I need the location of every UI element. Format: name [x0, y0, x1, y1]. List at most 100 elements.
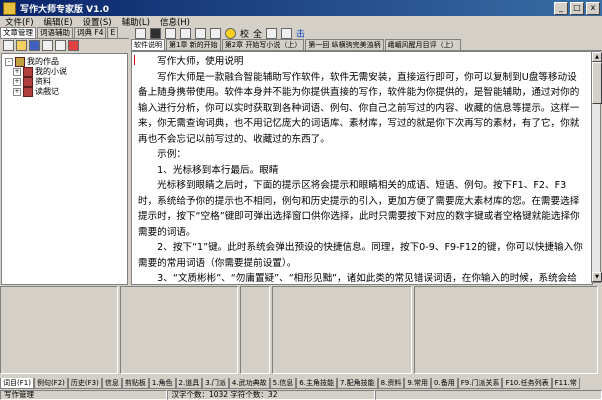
- paragraph: 3、“文质彬彬”、“勿庸置疑”、“相形见黜”，诸如此类的常见错误词语，在你输入的…: [157, 273, 577, 284]
- new-file-icon[interactable]: [3, 40, 14, 51]
- menu-settings[interactable]: 设置(S): [78, 16, 117, 28]
- tab-info-5[interactable]: 5.信息: [269, 378, 297, 389]
- hint-pane[interactable]: [0, 286, 118, 374]
- tab-more[interactable]: E: [107, 27, 119, 38]
- tree-item[interactable]: + 读戲记: [13, 86, 59, 97]
- format-icon[interactable]: [266, 27, 278, 39]
- tab-dictionary[interactable]: 词典 F4: [74, 27, 107, 38]
- hint-tabs: 词目(F1) 例句(F2) 历史(F3) 信息 剪贴板 1.角色 2.道具 3.…: [0, 378, 602, 389]
- tab-sect-relations[interactable]: F9.门派关系: [457, 378, 503, 389]
- tab-chapter[interactable]: 软件说明: [131, 39, 165, 50]
- paragraph: 2、按下“1”键。此时系统会弹出预设的快捷信息。同理，按下0-9、F9-F12的…: [138, 242, 583, 269]
- tab-chapter[interactable]: 峨嵋风醒月目评（上）: [384, 39, 461, 50]
- left-toolbar: [0, 39, 129, 52]
- tab-hero-skills[interactable]: 6.主角技能: [296, 378, 337, 389]
- refresh-icon[interactable]: [42, 40, 53, 51]
- tab-word-assist[interactable]: 词语辅助: [37, 27, 73, 38]
- save-icon[interactable]: [180, 27, 191, 39]
- status-bar: 写作管理 汉字个数：1032 字符个数：32: [0, 390, 602, 400]
- expand-icon[interactable]: +: [13, 67, 21, 76]
- fullscreen-button[interactable]: 全: [253, 27, 262, 40]
- tab-task-list[interactable]: F10.任务列表: [502, 378, 552, 389]
- hint-pane[interactable]: [414, 286, 598, 374]
- status-right: [374, 390, 602, 400]
- window-title: 写作大师专家版 V1.0: [20, 4, 110, 15]
- menu-info[interactable]: 信息(H): [155, 16, 195, 28]
- tab-clipboard[interactable]: 剪贴板: [121, 378, 149, 389]
- click-button[interactable]: 击: [296, 27, 305, 40]
- tab-support-skills[interactable]: 7.配角技能: [336, 378, 378, 389]
- article-tree: - 我的作品 + 我的小说 + 资料 + 读戲记: [1, 53, 128, 285]
- paste-icon[interactable]: [210, 27, 221, 39]
- paragraph: 写作大师，使用说明: [138, 56, 244, 67]
- left-tabs: 文章管理 词语辅助 词典 F4 E: [0, 27, 129, 39]
- left-pane: 文章管理 词语辅助 词典 F4 E - 我的作品 + 我的小说 + 资料 + 读…: [0, 27, 129, 285]
- app-icon: [3, 1, 16, 15]
- maximize-button[interactable]: □: [570, 1, 584, 15]
- minimize-button[interactable]: _: [554, 1, 568, 15]
- menu-bar: 文件(F) 编辑(E) 设置(S) 辅助(L) 信息(H): [0, 16, 602, 28]
- collapse-icon[interactable]: -: [5, 57, 13, 66]
- window-controls: _ □ x: [554, 1, 600, 15]
- tab-chapter[interactable]: 第1章 新的开始: [166, 39, 221, 50]
- expand-icon[interactable]: +: [13, 87, 21, 96]
- menu-file[interactable]: 文件(F): [0, 16, 39, 28]
- book-icon: [23, 86, 33, 97]
- tab-kungfu[interactable]: 4.武功典故: [228, 378, 270, 389]
- scroll-down-icon[interactable]: ▼: [592, 272, 602, 282]
- list-icon[interactable]: [281, 27, 293, 39]
- paragraph: 光标移到眼睛之后时，下面的提示区将会提示和眼睛相关的成语、短语、例句。按下F1、…: [138, 180, 580, 238]
- tab-sentences[interactable]: 例句(F2): [33, 378, 68, 389]
- tab-chapter[interactable]: 第一回 纵横驹完美浊柄: [305, 39, 384, 50]
- tab-sects[interactable]: 3.门派: [202, 378, 229, 389]
- status-left: 写作管理: [0, 390, 168, 400]
- tab-chapter[interactable]: 第2章 开始写小说（上）: [221, 39, 305, 50]
- text-editor[interactable]: 写作大师，使用说明 写作大师是一款融合智能辅助写作软件，软件无需安装，直接运行即…: [131, 51, 593, 285]
- book-icon: [23, 66, 33, 77]
- editor-area: 校 全 击 软件说明 第1章 新的开始 第2章 开始写小说（上） 第一回 纵横驹…: [131, 27, 602, 285]
- editor-content[interactable]: 写作大师，使用说明 写作大师是一款融合智能辅助写作软件，软件无需安装，直接运行即…: [132, 52, 592, 284]
- tab-words[interactable]: 词目(F1): [0, 378, 34, 389]
- smiley-icon[interactable]: [225, 27, 236, 39]
- vertical-scrollbar[interactable]: ▲ ▼: [591, 51, 602, 283]
- paragraph: 示例：: [138, 149, 186, 160]
- tab-info[interactable]: 信息: [101, 378, 122, 389]
- tab-props[interactable]: 2.道具: [175, 378, 203, 389]
- save-icon[interactable]: [29, 40, 40, 51]
- book-icon: [15, 56, 25, 67]
- tab-history[interactable]: 历史(F3): [67, 378, 102, 389]
- hint-pane[interactable]: [272, 286, 412, 374]
- paragraph: 1、光标移到本行最后。眼睛: [138, 164, 279, 176]
- open-icon[interactable]: [165, 27, 176, 39]
- binoculars-icon[interactable]: [150, 27, 161, 39]
- book-icon: [23, 76, 33, 87]
- hint-pane[interactable]: [240, 286, 270, 374]
- copy-icon[interactable]: [195, 27, 206, 39]
- scroll-up-icon[interactable]: ▲: [592, 52, 602, 62]
- title-bar: 写作大师专家版 V1.0 _ □ x: [0, 0, 602, 16]
- tab-role[interactable]: 1.角色: [148, 378, 176, 389]
- scroll-thumb[interactable]: [592, 62, 602, 104]
- text-cursor: [134, 55, 135, 65]
- expand-icon[interactable]: +: [13, 77, 21, 86]
- tab-materials[interactable]: 8.资料: [377, 378, 405, 389]
- chapter-tabs: 软件说明 第1章 新的开始 第2章 开始写小说（上） 第一回 纵横驹完美浊柄 峨…: [131, 39, 602, 51]
- settings-icon[interactable]: [68, 40, 79, 51]
- hint-panes: [0, 286, 602, 374]
- new-chapter-icon[interactable]: [135, 27, 146, 39]
- tab-spare[interactable]: 0.备用: [431, 378, 458, 389]
- editor-toolbar: 校 全 击: [131, 27, 602, 40]
- paragraph: 写作大师是一款融合智能辅助写作软件，软件无需安装，直接运行即可，你可以复制到U盘…: [138, 71, 580, 145]
- status-counts: 汉字个数：1032 字符个数：32: [167, 390, 375, 400]
- close-button[interactable]: x: [586, 1, 600, 15]
- tab-common[interactable]: 9.常用: [404, 378, 432, 389]
- menu-edit[interactable]: 编辑(E): [39, 16, 78, 28]
- tab-f11[interactable]: F11.常: [551, 378, 580, 389]
- hint-pane[interactable]: [120, 286, 238, 374]
- menu-assist[interactable]: 辅助(L): [117, 16, 155, 28]
- tree-item-label: 读戲记: [35, 87, 59, 96]
- open-folder-icon[interactable]: [16, 40, 27, 51]
- proofread-button[interactable]: 校: [240, 27, 249, 40]
- tab-article-manage[interactable]: 文章管理: [0, 27, 36, 38]
- delete-icon[interactable]: [55, 40, 66, 51]
